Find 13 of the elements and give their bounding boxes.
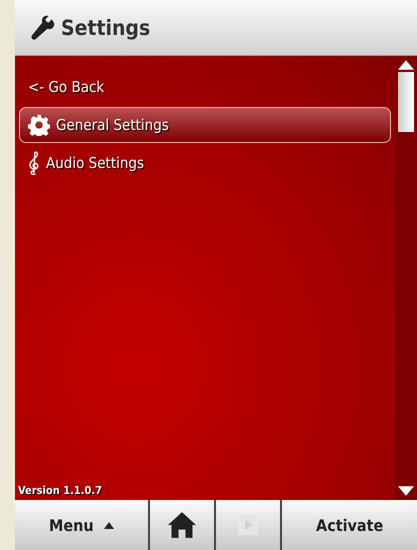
- menu-item[interactable]: General Settings: [19, 107, 391, 143]
- caret-up-icon: [104, 522, 114, 528]
- scrollbar-thumb[interactable]: [398, 72, 414, 132]
- treble-clef-icon: [28, 151, 40, 175]
- menu-item[interactable]: <- Go Back: [19, 69, 391, 105]
- scroll-up-icon[interactable]: [398, 60, 414, 70]
- scroll-down-icon[interactable]: [398, 486, 414, 496]
- home-icon: [168, 512, 196, 538]
- menu-item[interactable]: Audio Settings: [19, 145, 391, 181]
- version-label: Version 1.1.0.7: [18, 484, 102, 497]
- header-title: Settings: [61, 16, 150, 40]
- wrench-icon: [29, 14, 55, 40]
- gear-icon: [28, 114, 50, 136]
